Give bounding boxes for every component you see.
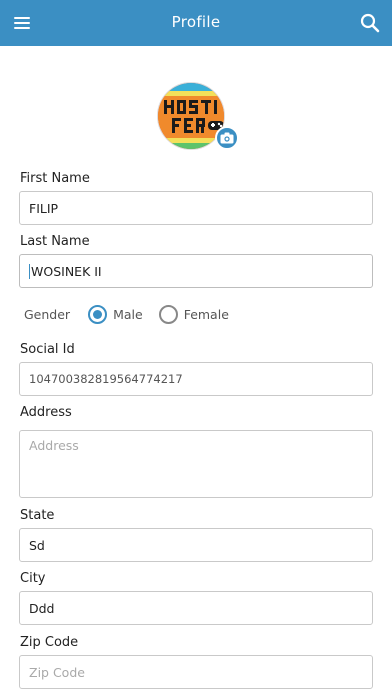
zip-code-placeholder: Zip Code [29,664,85,680]
zip-code-field[interactable]: Zip Code [19,655,373,689]
city-value: Ddd [29,600,55,616]
gender-option-label: Male [113,306,143,322]
camera-icon[interactable] [215,126,239,150]
page-title: Profile [171,13,221,31]
search-icon[interactable] [356,9,384,37]
gender-option-label: Female [183,306,229,322]
state-field[interactable]: Sd [19,528,373,562]
app-bar: Profile [0,0,392,46]
radio-unchecked-icon [158,304,178,324]
last-name-label: Last Name [20,234,90,249]
state-value: Sd [29,537,45,553]
social-id-label: Social Id [20,342,75,357]
first-name-value: FILIP [29,200,59,216]
gender-radio-female[interactable]: Female [158,304,229,324]
text-cursor [29,263,30,279]
social-id-value: 104700382819564774217 [29,372,183,386]
profile-avatar-section [157,82,239,150]
zip-code-label: Zip Code [20,635,79,650]
radio-checked-icon [88,304,108,324]
address-field[interactable]: Address [19,430,373,498]
address-placeholder: Address [29,438,79,453]
address-label: Address [20,405,72,420]
gender-selector: Gender Male Female [24,303,245,325]
first-name-field[interactable]: FILIP [19,191,373,225]
gender-label: Gender [24,306,71,322]
first-name-label: First Name [20,171,90,186]
city-field[interactable]: Ddd [19,591,373,625]
city-label: City [20,571,46,586]
last-name-field[interactable]: WOSINEK II [19,254,373,288]
last-name-value: WOSINEK II [31,263,102,279]
social-id-field[interactable]: 104700382819564774217 [19,362,373,396]
gender-radio-male[interactable]: Male [88,304,143,324]
state-label: State [20,508,55,523]
